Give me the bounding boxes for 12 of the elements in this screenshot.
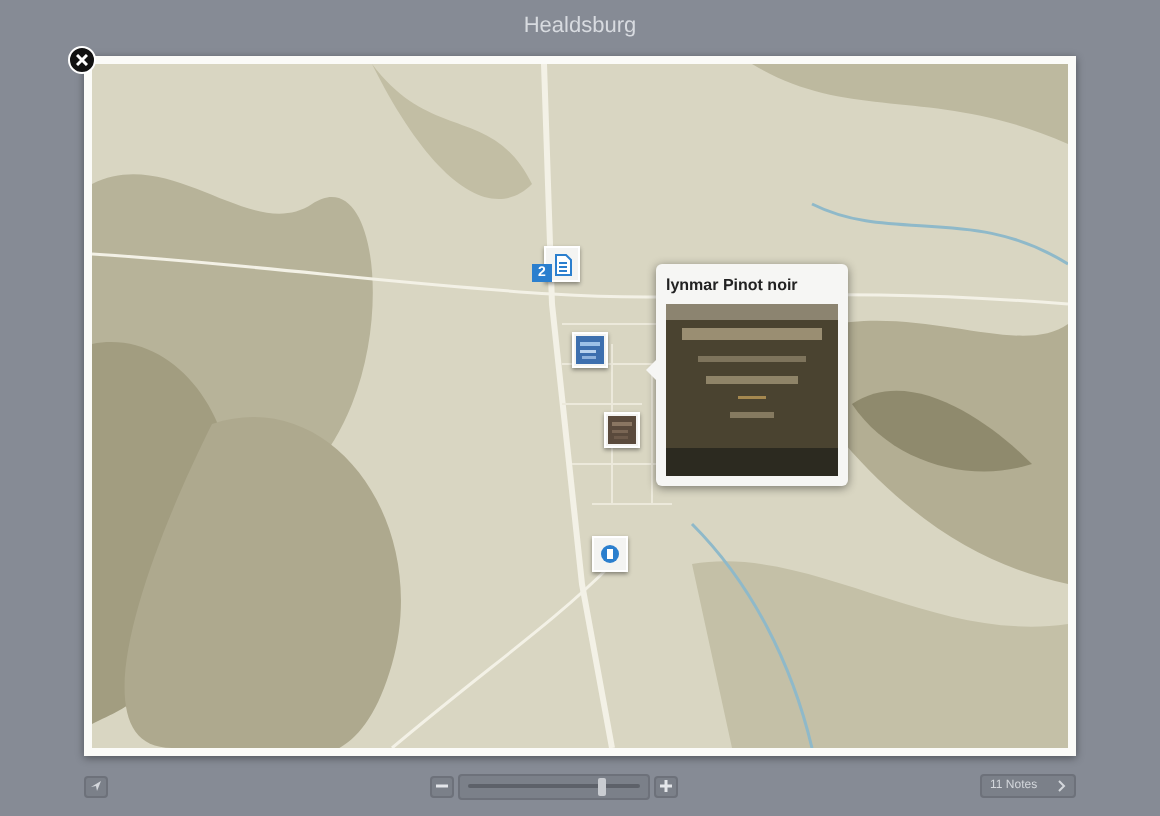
close-button[interactable] xyxy=(68,46,96,74)
plus-icon xyxy=(660,780,672,792)
window-title: Healdsburg xyxy=(523,12,637,42)
locate-button[interactable] xyxy=(84,775,108,797)
chevron-icon xyxy=(1058,780,1066,792)
zoom-in-button[interactable] xyxy=(654,775,678,797)
slider-thumb[interactable] xyxy=(597,777,605,795)
minus-icon xyxy=(436,780,448,792)
close-icon xyxy=(76,54,88,66)
zoom-slider[interactable] xyxy=(458,773,650,799)
arrow-icon xyxy=(90,780,102,792)
zoom-out-button[interactable] xyxy=(430,775,454,797)
